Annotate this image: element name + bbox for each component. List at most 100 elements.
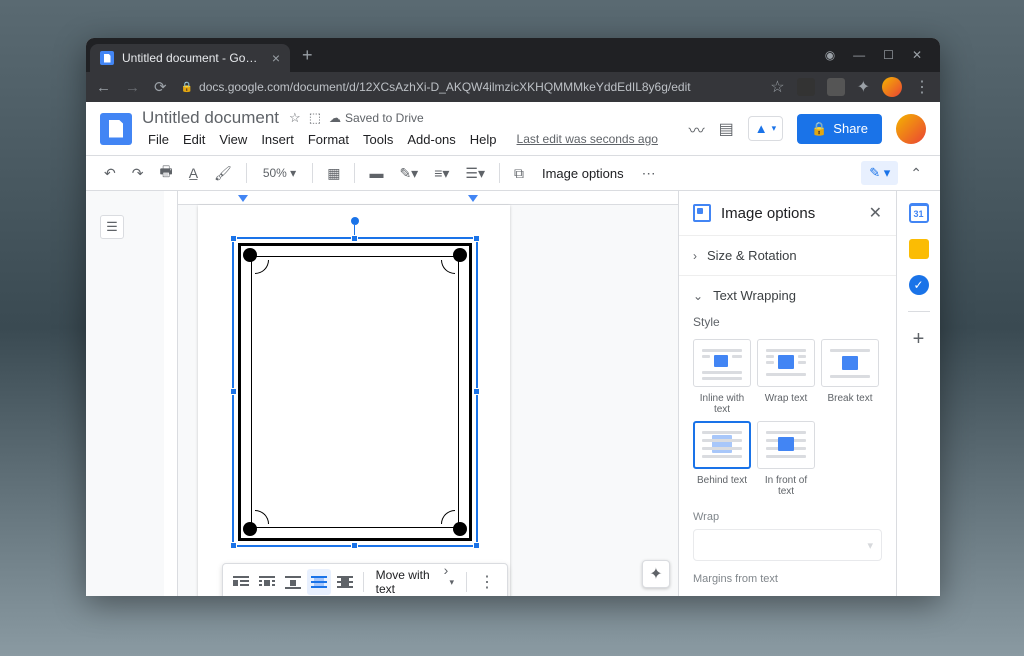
resize-handle-e[interactable]	[473, 388, 480, 395]
wrap-text-icon[interactable]	[255, 569, 279, 595]
document-canvas[interactable]: ☰	[86, 191, 678, 596]
reload-button[interactable]: ⟳	[154, 78, 167, 96]
bookmark-icon[interactable]: ☆	[770, 77, 784, 97]
wrap-option-break[interactable]: Break text	[821, 339, 879, 415]
resize-handle-s[interactable]	[351, 542, 358, 549]
print-button[interactable]: 🖶	[153, 157, 178, 189]
activity-icon[interactable]: 〰	[689, 117, 705, 141]
comments-icon[interactable]: ▤	[719, 119, 734, 139]
hide-sidepanel-button[interactable]: ›	[436, 552, 456, 588]
wrap-behind-icon[interactable]	[307, 569, 331, 595]
crop-button[interactable]: ⧉	[508, 161, 530, 186]
save-status-text: Saved to Drive	[345, 111, 424, 125]
present-button[interactable]: ▲ ▾	[748, 116, 783, 141]
style-label: Style	[693, 315, 882, 329]
add-addon-icon[interactable]: +	[913, 328, 925, 351]
menu-insert[interactable]: Insert	[255, 130, 300, 149]
resize-handle-sw[interactable]	[230, 542, 237, 549]
menu-tools[interactable]: Tools	[357, 130, 399, 149]
redo-button[interactable]: ↷	[126, 161, 150, 186]
menu-view[interactable]: View	[213, 130, 253, 149]
extension-icon-1[interactable]	[797, 78, 815, 96]
menu-addons[interactable]: Add-ons	[401, 130, 461, 149]
document-title[interactable]: Untitled document	[142, 108, 279, 128]
keep-icon[interactable]	[909, 239, 929, 259]
wrap-break-icon[interactable]	[281, 569, 305, 595]
share-button[interactable]: 🔒 Share	[797, 114, 882, 144]
rotate-handle[interactable]	[351, 217, 359, 225]
menu-edit[interactable]: Edit	[177, 130, 211, 149]
text-wrapping-label: Text Wrapping	[713, 288, 796, 303]
browser-tab[interactable]: Untitled document - Google Do ×	[90, 44, 290, 72]
border-weight-button[interactable]: ✎▾	[393, 161, 424, 186]
wrap-option-behind[interactable]: Behind text	[693, 421, 751, 497]
browser-window: Untitled document - Google Do × + ◉ — ☐ …	[86, 38, 940, 596]
profile-avatar[interactable]	[882, 77, 902, 97]
forward-button[interactable]: →	[125, 79, 140, 96]
menu-help[interactable]: Help	[464, 130, 503, 149]
minimize-icon[interactable]: —	[853, 48, 865, 62]
wrap-option-front[interactable]: In front of text	[757, 421, 815, 497]
maximize-icon[interactable]: ☐	[883, 48, 894, 62]
separator	[466, 572, 467, 592]
wrap-style-grid: Inline with text	[693, 339, 882, 497]
menu-format[interactable]: Format	[302, 130, 355, 149]
wrap-inline-icon[interactable]	[229, 569, 253, 595]
image-replace-button[interactable]: ▦	[321, 161, 346, 186]
menu-file[interactable]: File	[142, 130, 175, 149]
resize-handle-n[interactable]	[351, 235, 358, 242]
account-avatar[interactable]	[896, 114, 926, 144]
resize-handle-se[interactable]	[473, 542, 480, 549]
calendar-icon[interactable]	[909, 203, 929, 223]
app-header: Untitled document ☆ ⬚ ☁ Saved to Drive F…	[86, 102, 940, 155]
zoom-select[interactable]: 50% ▾	[255, 164, 304, 182]
explore-button[interactable]: ✦	[642, 560, 670, 588]
move-folder-icon[interactable]: ⬚	[309, 110, 321, 126]
size-rotation-header[interactable]: › Size & Rotation	[679, 236, 896, 275]
more-options-icon[interactable]: ⋮	[473, 572, 501, 592]
chevron-right-icon: ›	[693, 249, 697, 263]
extension-icon-2[interactable]	[827, 78, 845, 96]
selected-image[interactable]	[232, 237, 478, 547]
docs-logo[interactable]	[100, 113, 132, 145]
resize-handle-nw[interactable]	[230, 235, 237, 242]
back-button[interactable]: ←	[96, 79, 111, 96]
wrap-option-label: In front of text	[757, 475, 815, 497]
paint-format-button[interactable]: 🖌	[208, 161, 238, 186]
new-tab-button[interactable]: +	[290, 45, 325, 66]
text-wrapping-header[interactable]: ⌄ Text Wrapping	[679, 276, 896, 315]
save-status[interactable]: ☁ Saved to Drive	[329, 110, 424, 126]
border-style-button[interactable]: ☰▾	[459, 161, 491, 186]
browser-menu-icon[interactable]: ⋮	[914, 77, 930, 97]
account-indicator-icon[interactable]: ◉	[825, 48, 835, 62]
more-button[interactable]: ⋯	[636, 161, 662, 186]
separator	[246, 163, 247, 183]
extensions-menu-icon[interactable]: ✦	[857, 77, 870, 97]
close-tab-icon[interactable]: ×	[272, 50, 280, 66]
wrap-front-icon[interactable]	[333, 569, 357, 595]
close-panel-icon[interactable]: ✕	[869, 203, 882, 223]
undo-button[interactable]: ↶	[98, 161, 122, 186]
border-color-button[interactable]: ▬	[363, 161, 389, 185]
wrap-option-inline[interactable]: Inline with text	[693, 339, 751, 415]
collapse-toolbar-button[interactable]: ⌃	[904, 161, 928, 186]
close-window-icon[interactable]: ✕	[912, 48, 922, 62]
wrap-option-wrap[interactable]: Wrap text	[757, 339, 815, 415]
editing-mode-button[interactable]: ✎ ▾	[861, 161, 898, 185]
resize-handle-ne[interactable]	[473, 235, 480, 242]
spellcheck-button[interactable]: A̲	[183, 161, 204, 185]
text-wrapping-body: Style In	[679, 315, 896, 596]
wrap-mode-select[interactable]: ▾	[693, 529, 882, 561]
last-edit-link[interactable]: Last edit was seconds ago	[511, 130, 664, 149]
tasks-icon[interactable]: ✓	[909, 275, 929, 295]
star-icon[interactable]: ☆	[289, 110, 301, 126]
browser-titlebar: Untitled document - Google Do × + ◉ — ☐ …	[86, 38, 940, 72]
outline-toggle-button[interactable]: ☰	[100, 215, 124, 239]
lock-share-icon: 🔒	[811, 121, 827, 137]
border-dash-button[interactable]: ≡▾	[428, 161, 455, 186]
url-field[interactable]: 🔒 docs.google.com/document/d/12XCsAzhXi-…	[181, 80, 757, 94]
resize-handle-w[interactable]	[230, 388, 237, 395]
horizontal-ruler[interactable]	[178, 191, 678, 205]
vertical-ruler[interactable]	[164, 191, 178, 596]
image-options-button[interactable]: Image options	[534, 166, 632, 181]
